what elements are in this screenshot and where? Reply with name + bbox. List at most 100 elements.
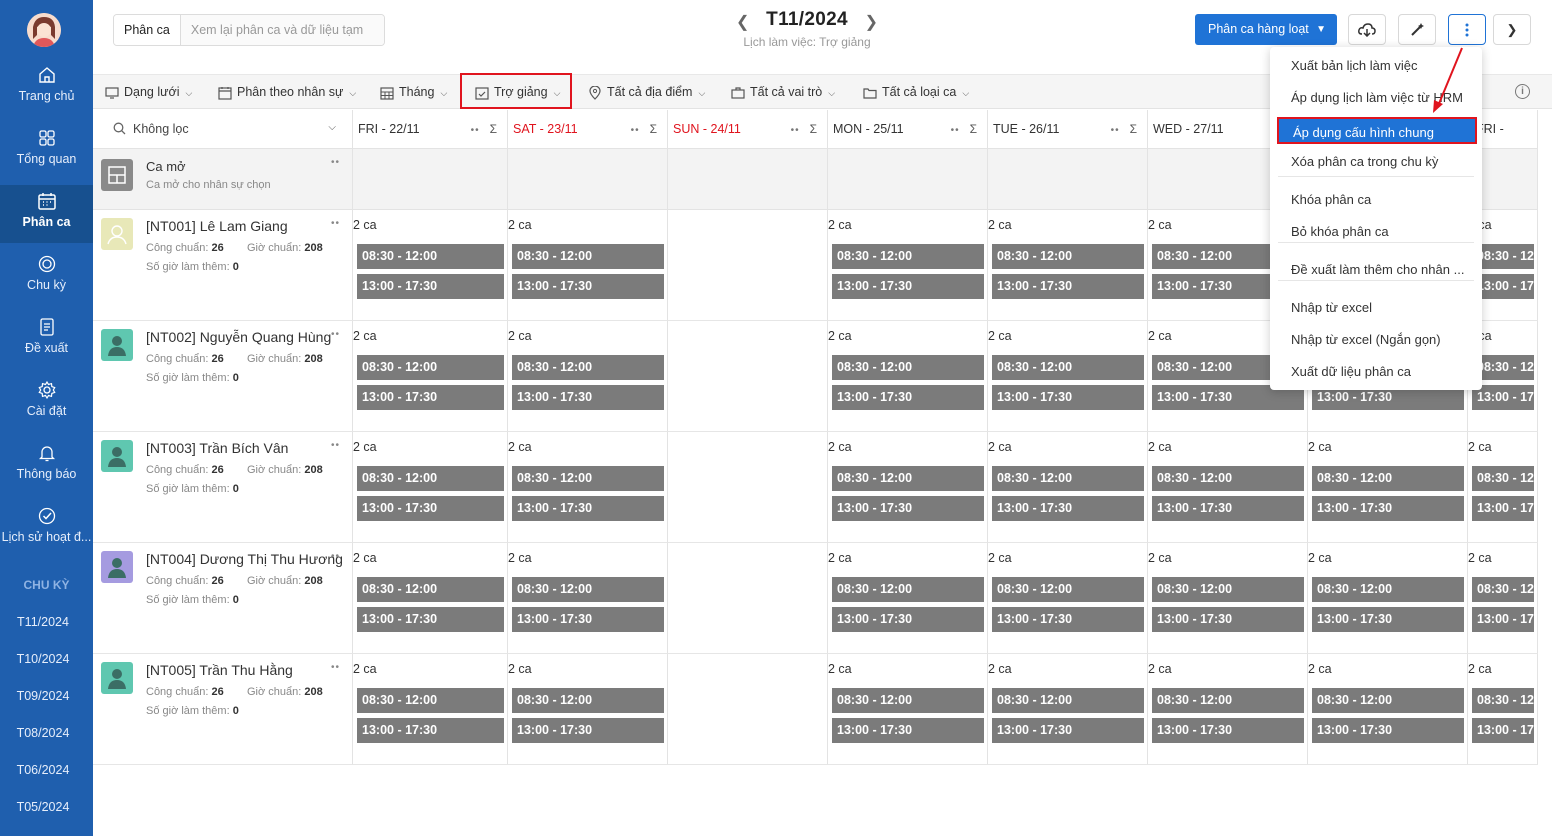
more-dots-icon[interactable]: ••: [331, 551, 340, 562]
shift-block[interactable]: 08:30 - 12:00: [992, 688, 1144, 713]
more-dots-icon[interactable]: ••: [951, 125, 960, 136]
shift-block[interactable]: 08:30 - 12:00: [512, 466, 664, 491]
shift-block[interactable]: 08:30 - 12:00: [1472, 577, 1534, 602]
shift-block[interactable]: 13:00 - 17:30: [992, 607, 1144, 632]
shift-block[interactable]: 13:00 - 17:30: [512, 274, 664, 299]
day-cell[interactable]: 2 ca 08:30 - 12:00 13:00 - 17:30: [988, 543, 1148, 654]
shift-block[interactable]: 13:00 - 17:30: [357, 718, 504, 743]
shift-block[interactable]: 13:00 - 17:30: [832, 496, 984, 521]
shift-type-dropdown[interactable]: Tất cả loại ca ⌵: [863, 75, 969, 109]
more-dots-icon[interactable]: ••: [331, 329, 340, 340]
shift-block[interactable]: 13:00 - 17:30: [1472, 718, 1534, 743]
sum-icon[interactable]: Σ: [970, 122, 977, 136]
shift-block[interactable]: 08:30 - 12:00: [357, 244, 504, 269]
shift-block[interactable]: 13:00 - 17:30: [357, 496, 504, 521]
menu-item[interactable]: Nhập từ excel (Ngắn gọn): [1270, 329, 1482, 351]
shift-block[interactable]: 13:00 - 17:30: [832, 274, 984, 299]
cycle-period-item[interactable]: T05/2024: [0, 800, 86, 814]
menu-item[interactable]: Đề xuất làm thêm cho nhân ...: [1270, 259, 1482, 281]
shift-block[interactable]: 13:00 - 17:30: [512, 607, 664, 632]
day-cell[interactable]: [668, 432, 828, 543]
shift-block[interactable]: 13:00 - 17:30: [1152, 718, 1304, 743]
cycle-period-item[interactable]: T11/2024: [0, 615, 86, 629]
shift-block[interactable]: 08:30 - 12:00: [1152, 688, 1304, 713]
menu-item[interactable]: Áp dụng cấu hình chung: [1277, 117, 1477, 144]
employee-name[interactable]: [NT001] Lê Lam Giang: [146, 218, 342, 234]
shift-block[interactable]: 13:00 - 17:30: [832, 607, 984, 632]
shift-block[interactable]: 13:00 - 17:30: [1472, 496, 1534, 521]
more-options-button[interactable]: [1448, 14, 1486, 45]
shift-block[interactable]: 08:30 - 12:00: [357, 577, 504, 602]
shift-block[interactable]: 08:30 - 12:00: [832, 355, 984, 380]
shift-block[interactable]: 08:30 - 12:00: [992, 244, 1144, 269]
sidebar-item-0[interactable]: Trang chủ: [0, 59, 93, 117]
day-cell[interactable]: 2 ca 08:30 - 12:00 13:00 - 17:30: [1308, 543, 1468, 654]
sidebar-item-1[interactable]: Tổng quan: [0, 122, 93, 180]
cycle-period-item[interactable]: T10/2024: [0, 652, 86, 666]
menu-item[interactable]: Khóa phân ca: [1270, 189, 1482, 211]
shift-block[interactable]: 08:30 - 12:00: [1472, 688, 1534, 713]
more-dots-icon[interactable]: ••: [331, 662, 340, 673]
day-cell[interactable]: 2 ca 08:30 - 12:00 13:00 - 17:30: [988, 321, 1148, 432]
day-cell[interactable]: 2 ca 08:30 - 12:00 13:00 - 17:30: [1308, 654, 1468, 765]
employee-name[interactable]: [NT004] Dương Thị Thu Hương: [146, 551, 342, 567]
more-dots-icon[interactable]: ••: [791, 125, 800, 136]
prev-period-icon[interactable]: ❮: [736, 12, 749, 32]
day-cell[interactable]: 2 ca 08:30 - 12:00 13:00 - 17:30: [1148, 432, 1308, 543]
cloud-sync-button[interactable]: [1348, 14, 1386, 45]
more-dots-icon[interactable]: ••: [331, 157, 340, 168]
day-cell[interactable]: 2 ca 08:30 - 12:00 13:00 - 17:30: [988, 654, 1148, 765]
day-cell[interactable]: 2 ca 08:30 - 12:00 13:00 - 17:30: [353, 432, 508, 543]
day-cell[interactable]: 2 ca 08:30 - 12:00 13:00 - 17:30: [353, 321, 508, 432]
next-button[interactable]: ❯: [1493, 14, 1531, 45]
day-cell[interactable]: 2 ca 08:30 - 12:00 13:00 - 17:30: [1468, 543, 1538, 654]
shift-block[interactable]: 13:00 - 17:30: [1312, 607, 1464, 632]
tab-review[interactable]: Xem lại phân ca và dữ liệu tạm tính: [180, 15, 384, 45]
magic-wand-button[interactable]: [1398, 14, 1436, 45]
shift-block[interactable]: 13:00 - 17:30: [992, 718, 1144, 743]
shift-block[interactable]: 08:30 - 12:00: [1312, 577, 1464, 602]
employee-filter[interactable]: Không lọc ⌵: [93, 110, 353, 149]
day-cell[interactable]: 2 ca 08:30 - 12:00 13:00 - 17:30: [508, 210, 668, 321]
sum-icon[interactable]: Σ: [1130, 122, 1137, 136]
day-cell[interactable]: [668, 543, 828, 654]
sum-icon[interactable]: Σ: [650, 122, 657, 136]
more-dots-icon[interactable]: ••: [471, 125, 480, 136]
menu-item[interactable]: Xuất bản lịch làm việc: [1270, 55, 1482, 77]
open-shift-cell[interactable]: [508, 149, 668, 210]
shift-block[interactable]: 08:30 - 12:00: [512, 244, 664, 269]
day-cell[interactable]: [668, 210, 828, 321]
shift-block[interactable]: 08:30 - 12:00: [357, 688, 504, 713]
employee-name[interactable]: [NT002] Nguyễn Quang Hùng: [146, 329, 342, 345]
day-header[interactable]: SUN - 24/11 •• Σ: [668, 110, 828, 149]
employee-name[interactable]: [NT003] Trần Bích Vân: [146, 440, 342, 456]
day-cell[interactable]: 2 ca 08:30 - 12:00 13:00 - 17:30: [508, 543, 668, 654]
more-dots-icon[interactable]: ••: [331, 440, 340, 451]
shift-block[interactable]: 08:30 - 12:00: [512, 577, 664, 602]
shift-block[interactable]: 08:30 - 12:00: [1312, 688, 1464, 713]
day-cell[interactable]: 2 ca 08:30 - 12:00 13:00 - 17:30: [828, 432, 988, 543]
day-cell[interactable]: [668, 321, 828, 432]
day-header[interactable]: SAT - 23/11 •• Σ: [508, 110, 668, 149]
shift-block[interactable]: 08:30 - 12:00: [832, 577, 984, 602]
role-dropdown[interactable]: Tất cả vai trò ⌵: [731, 75, 835, 109]
day-cell[interactable]: 2 ca 08:30 - 12:00 13:00 - 17:30: [828, 321, 988, 432]
day-cell[interactable]: 2 ca 08:30 - 12:00 13:00 - 17:30: [988, 432, 1148, 543]
more-dots-icon[interactable]: ••: [631, 125, 640, 136]
day-cell[interactable]: 2 ca 08:30 - 12:00 13:00 - 17:30: [1148, 543, 1308, 654]
shift-block[interactable]: 13:00 - 17:30: [512, 718, 664, 743]
menu-item[interactable]: Xuất dữ liệu phân ca: [1270, 361, 1482, 383]
group-by-dropdown[interactable]: Phân theo nhân sự ⌵: [218, 75, 356, 109]
location-dropdown[interactable]: Tất cả địa điểm ⌵: [588, 75, 705, 109]
range-dropdown[interactable]: Tháng ⌵: [380, 75, 447, 109]
shift-block[interactable]: 13:00 - 17:30: [992, 385, 1144, 410]
open-shift-cell[interactable]: [353, 149, 508, 210]
shift-block[interactable]: 08:30 - 12:00: [832, 688, 984, 713]
sum-icon[interactable]: Σ: [490, 122, 497, 136]
sum-icon[interactable]: Σ: [810, 122, 817, 136]
shift-block[interactable]: 13:00 - 17:30: [1152, 496, 1304, 521]
next-period-icon[interactable]: ❯: [865, 12, 878, 32]
day-cell[interactable]: 2 ca 08:30 - 12:00 13:00 - 17:30: [1148, 654, 1308, 765]
info-icon[interactable]: i: [1515, 84, 1530, 99]
day-cell[interactable]: 2 ca 08:30 - 12:00 13:00 - 17:30: [353, 210, 508, 321]
